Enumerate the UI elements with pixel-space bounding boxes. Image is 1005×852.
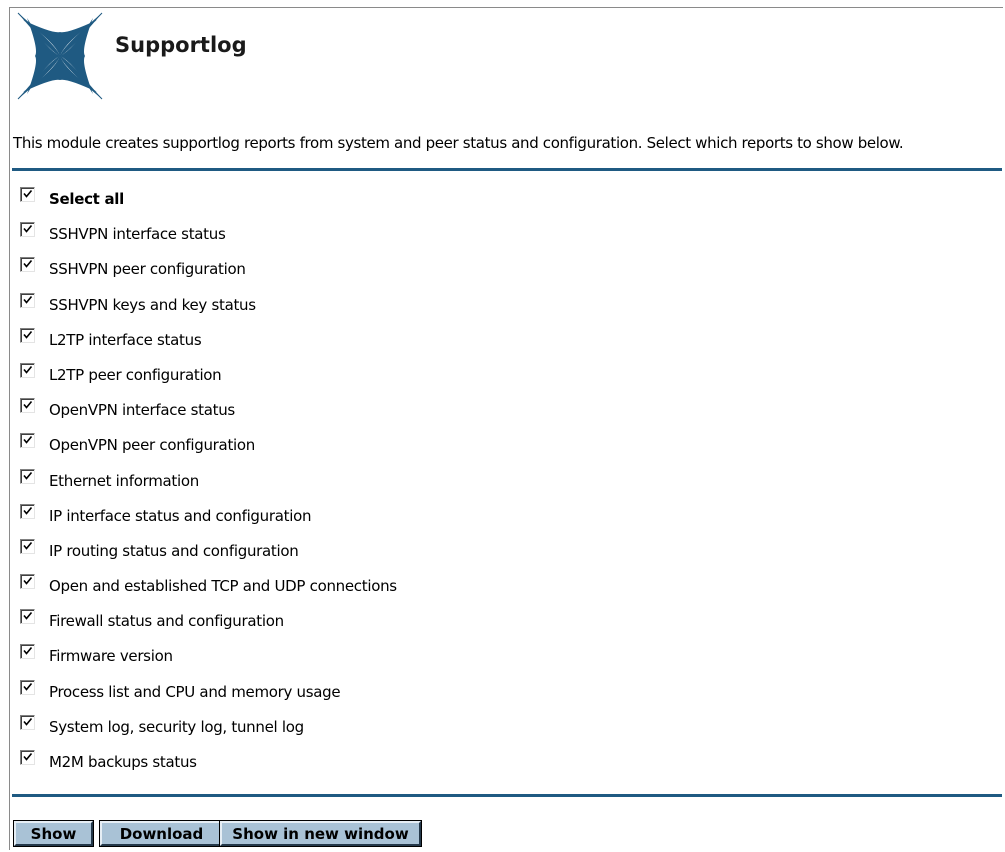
report-option-label: Open and established TCP and UDP connect… [49,577,397,596]
report-option-label: L2TP peer configuration [49,365,222,384]
report-option-label: OpenVPN peer configuration [49,436,255,455]
report-option-label: System log, security log, tunnel log [49,717,304,736]
report-checkbox[interactable] [20,292,35,308]
divider-bottom [12,794,1002,797]
logo-icon [17,12,103,100]
report-checkbox[interactable] [20,468,35,484]
checkmark-icon [23,189,33,198]
report-checkbox[interactable] [20,644,35,660]
checkmark-icon [23,295,33,304]
report-option-label: IP interface status and configuration [49,506,312,525]
report-option-label: SSHVPN peer configuration [49,260,246,279]
report-option-label: M2M backups status [49,753,197,771]
checkmark-icon [23,612,33,620]
report-option-label: IP routing status and configuration [49,541,299,560]
report-checkbox[interactable] [20,574,35,590]
report-option-label: Firmware version [49,647,173,666]
select-all-label: Select all [49,190,124,208]
checkmark-icon [23,401,33,409]
checkmark-icon [23,506,33,515]
checkmark-icon [23,541,33,550]
report-option-label: SSHVPN interface status [49,225,226,244]
report-option-label: L2TP interface status [49,330,202,349]
report-checkbox[interactable] [20,362,35,378]
report-option-label: Process list and CPU and memory usage [49,682,341,701]
report-checkbox[interactable] [20,750,35,765]
report-option-label: OpenVPN interface status [49,401,235,420]
divider-top [12,168,1002,171]
report-option-label: SSHVPN keys and key status [49,295,256,314]
checkmark-icon [23,436,33,445]
checkmark-icon [23,330,33,339]
report-checkbox[interactable] [20,222,35,238]
report-checkbox[interactable] [20,398,35,414]
checkmark-icon [23,752,33,761]
page-title: Supportlog [115,33,247,57]
report-checkbox[interactable] [20,714,35,730]
checkmark-icon [23,471,33,480]
checkmark-icon [23,717,33,726]
checkmark-icon [23,577,33,585]
report-checkbox[interactable] [20,327,35,343]
report-option-label: Ethernet information [49,471,199,490]
checkmark-icon [23,225,33,233]
report-checkbox[interactable] [20,538,35,554]
show-button[interactable]: Show [13,820,94,847]
checkmark-icon [23,647,33,656]
checkmark-icon [23,260,33,269]
checkmark-icon [23,365,33,374]
download-button[interactable]: Download [99,820,224,847]
report-checkbox[interactable] [20,609,35,625]
report-option-label: Firewall status and configuration [49,612,284,631]
report-checkbox[interactable] [20,257,35,273]
report-checkbox[interactable] [20,679,35,695]
module-description: This module creates supportlog reports f… [13,134,904,152]
report-checkbox[interactable] [20,433,35,449]
select-all-checkbox[interactable] [20,187,35,202]
show-in-new-window-button[interactable]: Show in new window [219,820,422,847]
report-checkbox[interactable] [20,503,35,519]
checkmark-icon [23,682,33,691]
